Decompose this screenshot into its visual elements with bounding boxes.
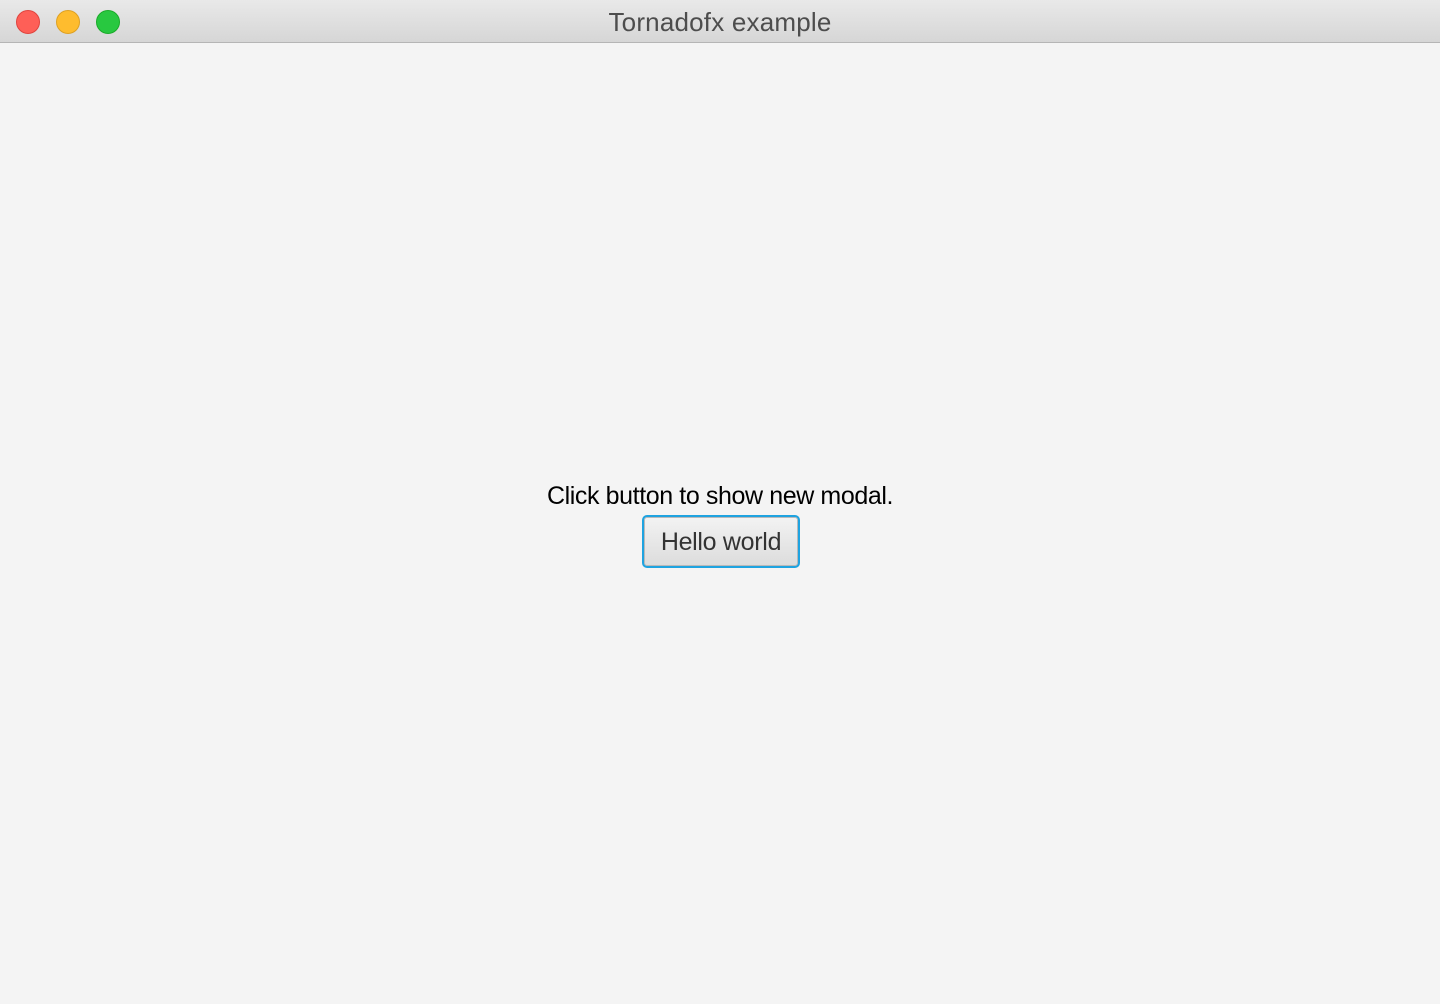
hello-world-button[interactable]: Hello world bbox=[642, 515, 800, 568]
window-title: Tornadofx example bbox=[608, 7, 832, 37]
title-bar[interactable]: Tornadofx example bbox=[0, 0, 1440, 43]
app-window: Tornadofx example Click button to show n… bbox=[0, 0, 1440, 1004]
main-content: Click button to show new modal. Hello wo… bbox=[0, 44, 1440, 1004]
instruction-label: Click button to show new modal. bbox=[546, 482, 894, 510]
